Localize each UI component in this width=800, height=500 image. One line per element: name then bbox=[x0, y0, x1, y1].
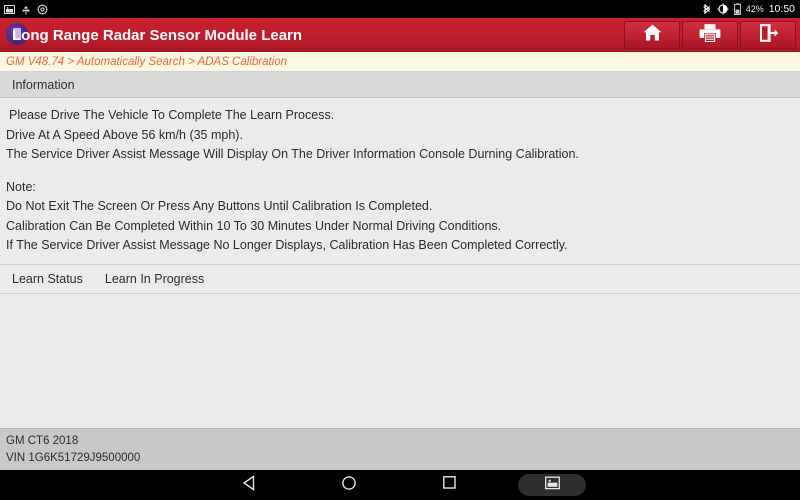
vehicle-info-footer: GM CT6 2018 VIN 1G6K51729J9500000 bbox=[0, 428, 800, 470]
note-line: If The Service Driver Assist Message No … bbox=[6, 238, 568, 252]
info-line: The Service Driver Assist Message Will D… bbox=[6, 147, 579, 161]
vehicle-vin-label: VIN 1G6K51729J9500000 bbox=[6, 452, 141, 464]
vehicle-model-label: GM CT6 2018 bbox=[6, 435, 79, 447]
exit-button[interactable] bbox=[740, 21, 796, 49]
print-button[interactable] bbox=[682, 21, 738, 49]
status-bar-right-icons: 42% 10:50 bbox=[702, 3, 795, 16]
bluetooth-icon bbox=[702, 3, 712, 15]
settings-icon bbox=[37, 4, 48, 15]
home-icon bbox=[642, 23, 663, 47]
breadcrumb[interactable]: GM V48.74 > Automatically Search > ADAS … bbox=[0, 52, 800, 72]
note-heading: Note: bbox=[6, 179, 36, 194]
android-nav-bar bbox=[0, 470, 800, 500]
toolbar-buttons bbox=[624, 18, 800, 52]
usb-icon bbox=[21, 4, 31, 15]
learn-status-label: Learn Status bbox=[12, 271, 83, 286]
circle-home-icon bbox=[341, 475, 357, 496]
breadcrumb-path: GM V48.74 > Automatically Search > ADAS … bbox=[6, 55, 288, 68]
nav-screenshot-button[interactable] bbox=[518, 474, 586, 496]
status-bar-left-icons bbox=[4, 4, 48, 15]
screenshot-icon bbox=[4, 4, 15, 15]
page-title: Long Range Radar Sensor Module Learn bbox=[12, 26, 303, 44]
nav-home-button[interactable] bbox=[318, 470, 380, 500]
learn-status-row: Learn Status Learn In Progress bbox=[0, 263, 800, 294]
information-section-header: Information bbox=[0, 72, 800, 98]
status-bar-clock: 10:50 bbox=[768, 3, 795, 15]
square-recents-icon bbox=[442, 475, 457, 495]
triangle-back-icon bbox=[242, 474, 257, 496]
nav-back-button[interactable] bbox=[218, 470, 280, 500]
title-area: Long Range Radar Sensor Module Learn bbox=[0, 18, 624, 52]
screenshot-icon bbox=[544, 476, 560, 495]
information-section-title: Information bbox=[12, 77, 75, 92]
app-title-bar: Long Range Radar Sensor Module Learn bbox=[0, 18, 800, 52]
printer-icon bbox=[699, 23, 721, 48]
note-line: Calibration Can Be Completed Within 10 T… bbox=[6, 218, 502, 233]
info-line: Drive At A Speed Above 56 km/h (35 mph). bbox=[6, 127, 243, 142]
battery-percent-label: 42% bbox=[745, 4, 764, 14]
brightness-icon bbox=[717, 3, 729, 15]
diagnostic-tool-screen: 42% 10:50 Long Range Radar Sensor Module… bbox=[0, 0, 800, 500]
android-status-bar: 42% 10:50 bbox=[0, 0, 800, 18]
note-line: Do Not Exit The Screen Or Press Any Butt… bbox=[6, 199, 433, 213]
learn-status-value: Learn In Progress bbox=[104, 271, 205, 286]
home-button[interactable] bbox=[624, 21, 680, 49]
nav-recents-button[interactable] bbox=[418, 470, 480, 500]
exit-icon bbox=[758, 23, 779, 48]
battery-icon bbox=[733, 3, 741, 16]
content-empty-area bbox=[0, 293, 800, 428]
information-body: Please Drive The Vehicle To Complete The… bbox=[0, 98, 800, 264]
info-line: Please Drive The Vehicle To Complete The… bbox=[9, 108, 335, 122]
